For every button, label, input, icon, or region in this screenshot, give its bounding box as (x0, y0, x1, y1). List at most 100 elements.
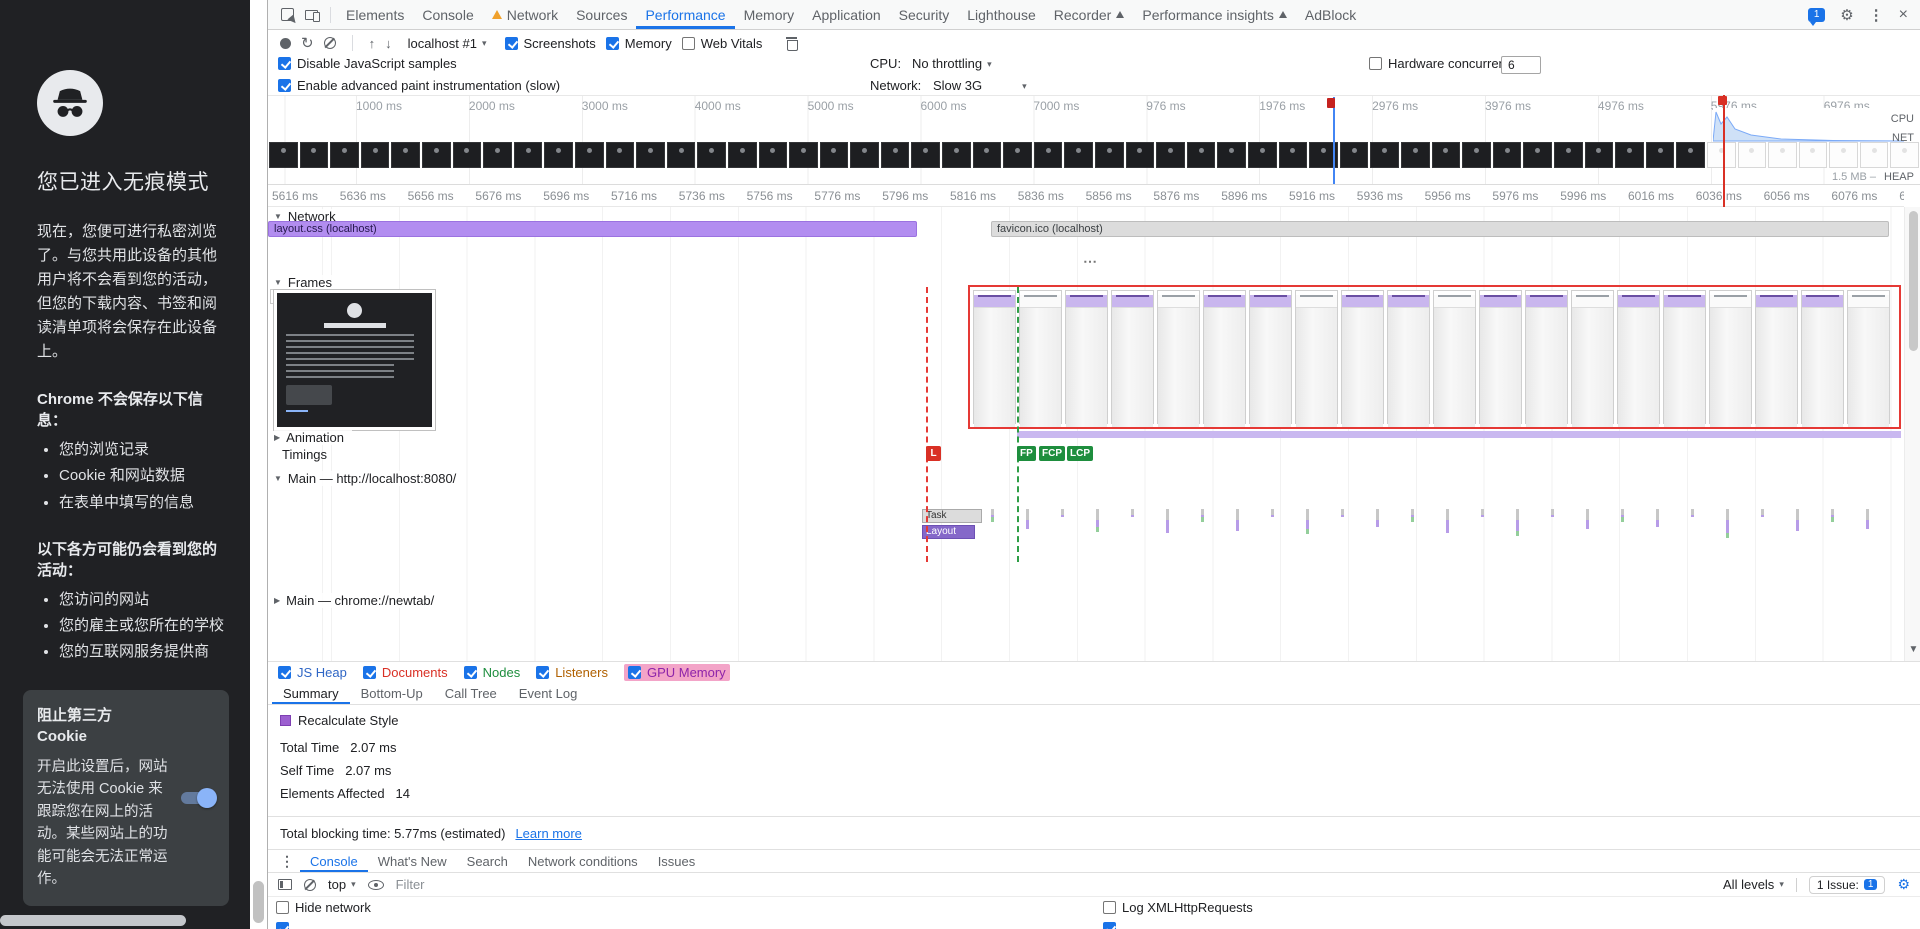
filmstrip-frame[interactable] (1125, 142, 1155, 168)
devtools-tab[interactable]: Performance insights (1133, 0, 1296, 29)
issues-counter[interactable]: 1 Issue: 1 (1808, 875, 1886, 894)
console-filter-input[interactable] (395, 877, 1712, 892)
filmstrip-frame[interactable] (544, 142, 573, 168)
console-settings-gear-icon[interactable]: ⚙ (1897, 876, 1910, 893)
task-mark[interactable] (1376, 509, 1379, 527)
filmstrip-frame[interactable] (727, 142, 757, 168)
main-thread-track-header[interactable]: ▼ Main — http://localhost:8080/ (274, 471, 465, 486)
filmstrip-frame[interactable] (758, 142, 788, 168)
filmstrip-frame[interactable] (1248, 142, 1277, 168)
block-cookies-toggle[interactable] (181, 787, 217, 808)
console-sidebar-icon[interactable] (278, 879, 292, 890)
filmstrip-frame[interactable] (1553, 142, 1583, 168)
filmstrip-frame[interactable] (421, 142, 451, 168)
timing-badge[interactable]: FCP (1039, 446, 1065, 461)
task-mark[interactable] (1621, 509, 1624, 522)
inspect-icon[interactable] (276, 4, 298, 26)
log-levels-select[interactable]: All levels ▾ (1723, 877, 1784, 892)
task-mark[interactable] (991, 509, 994, 522)
filmstrip-frame[interactable] (1859, 142, 1889, 168)
devtools-tab[interactable]: Memory (735, 0, 804, 29)
devtools-tab[interactable]: Recorder (1045, 0, 1134, 29)
filmstrip-frame[interactable] (1829, 142, 1858, 168)
settings-gear-icon[interactable]: ⚙ (1840, 6, 1853, 24)
newtab-thread-track-header[interactable]: ▶ Main — chrome://newtab/ (274, 593, 443, 608)
close-devtools-icon[interactable]: × (1899, 6, 1908, 24)
filmstrip-frame[interactable] (636, 142, 665, 168)
frame-thumbnail[interactable] (1617, 290, 1660, 427)
frame-thumbnail[interactable] (1663, 290, 1706, 427)
timing-badge[interactable]: FP (1017, 446, 1036, 461)
task-mark[interactable] (1831, 509, 1834, 522)
live-expression-eye-icon[interactable] (367, 879, 384, 890)
filmstrip-frame[interactable] (1492, 142, 1522, 168)
filmstrip-frame[interactable] (1890, 142, 1920, 168)
network-request-bar[interactable]: layout.css (localhost) (268, 221, 917, 237)
task-mark[interactable] (1726, 509, 1729, 538)
more-menu-icon[interactable]: ⋮ (1869, 6, 1884, 24)
timeline-overview[interactable]: 1000 ms 2000 ms 3000 ms 4000 ms 5000 ms 6000 … (268, 95, 1920, 185)
device-toolbar-icon[interactable] (300, 4, 322, 26)
filmstrip-frame[interactable] (574, 142, 604, 168)
filmstrip-frame[interactable] (1217, 142, 1246, 168)
filmstrip-frame[interactable] (1737, 142, 1767, 168)
devtools-tab[interactable]: Performance (636, 0, 734, 29)
frame-thumbnail[interactable] (1295, 290, 1338, 427)
filmstrip-frame[interactable] (850, 142, 879, 168)
filmstrip-frame[interactable] (972, 142, 1002, 168)
clipped-checkbox[interactable] (276, 922, 289, 929)
filmstrip-frame[interactable] (1339, 142, 1369, 168)
filmstrip-frame[interactable] (391, 142, 420, 168)
filmstrip-frame[interactable] (942, 142, 971, 168)
frame-thumbnail[interactable] (1065, 290, 1108, 427)
disable-js-samples-checkbox[interactable]: Disable JavaScript samples (278, 56, 457, 71)
frame-thumbnail[interactable] (973, 290, 1016, 427)
task-mark[interactable] (1866, 509, 1869, 529)
task-mark[interactable] (1551, 509, 1554, 517)
clear-recording-icon[interactable] (323, 37, 336, 49)
filmstrip-frame[interactable] (1768, 142, 1797, 168)
filmstrip-frame[interactable] (269, 142, 298, 168)
filmstrip-frame[interactable] (819, 142, 849, 168)
hide-network-checkbox[interactable]: Hide network (276, 900, 371, 915)
frame-thumbnail[interactable] (1341, 290, 1384, 427)
counter-checkbox[interactable]: Documents (362, 665, 448, 680)
filmstrip-frame[interactable] (483, 142, 512, 168)
counter-checkbox[interactable]: Nodes (463, 665, 520, 680)
task-mark[interactable] (1481, 509, 1484, 517)
console-messages-badge[interactable]: 1 (1808, 7, 1826, 26)
details-tab[interactable]: Bottom-Up (350, 683, 434, 704)
filmstrip-frame[interactable] (1676, 142, 1705, 168)
scrollbar-thumb[interactable] (253, 881, 264, 923)
counter-checkbox[interactable]: JS Heap (278, 665, 347, 680)
task-mark[interactable] (1236, 509, 1239, 531)
task-mark[interactable] (1446, 509, 1449, 533)
task-event-bar[interactable]: Task (922, 509, 982, 523)
load-profile-icon[interactable]: ↑ (369, 37, 376, 50)
overview-red-marker[interactable] (1723, 95, 1725, 207)
filmstrip-frame[interactable] (1095, 142, 1124, 168)
devtools-tab[interactable]: Console (413, 0, 482, 29)
recording-history-select[interactable]: localhost #1 ▾ (408, 36, 487, 51)
task-mark[interactable] (1201, 509, 1204, 522)
memory-checkbox[interactable]: Memory (605, 36, 672, 51)
details-tab[interactable]: Call Tree (434, 683, 508, 704)
counter-checkbox[interactable]: GPU Memory (623, 664, 730, 681)
web-vitals-checkbox[interactable]: Web Vitals (681, 36, 762, 51)
drawer-tab[interactable]: Network conditions (518, 850, 648, 872)
filmstrip-frame[interactable] (1462, 142, 1491, 168)
devtools-tab[interactable]: Sources (567, 0, 636, 29)
scroll-down-icon[interactable]: ▼ (1905, 644, 1920, 655)
hardware-concurrency-input[interactable]: 6 (1501, 56, 1541, 74)
task-mark[interactable] (1796, 509, 1799, 531)
filmstrip-frame[interactable] (666, 142, 696, 168)
cpu-throttling-select[interactable]: No throttling ▾ (912, 56, 992, 72)
tracks-vertical-scrollbar[interactable]: ▼ (1904, 207, 1920, 661)
timing-badge[interactable]: LCP (1067, 446, 1093, 461)
frame-thumbnail[interactable] (1387, 290, 1430, 427)
drawer-menu-icon[interactable]: ⋮ (280, 853, 294, 870)
delete-recording-icon[interactable] (786, 36, 799, 51)
frame-thumbnail[interactable] (1709, 290, 1752, 427)
task-mark[interactable] (1271, 509, 1274, 517)
frame-thumbnail[interactable] (1157, 290, 1200, 427)
